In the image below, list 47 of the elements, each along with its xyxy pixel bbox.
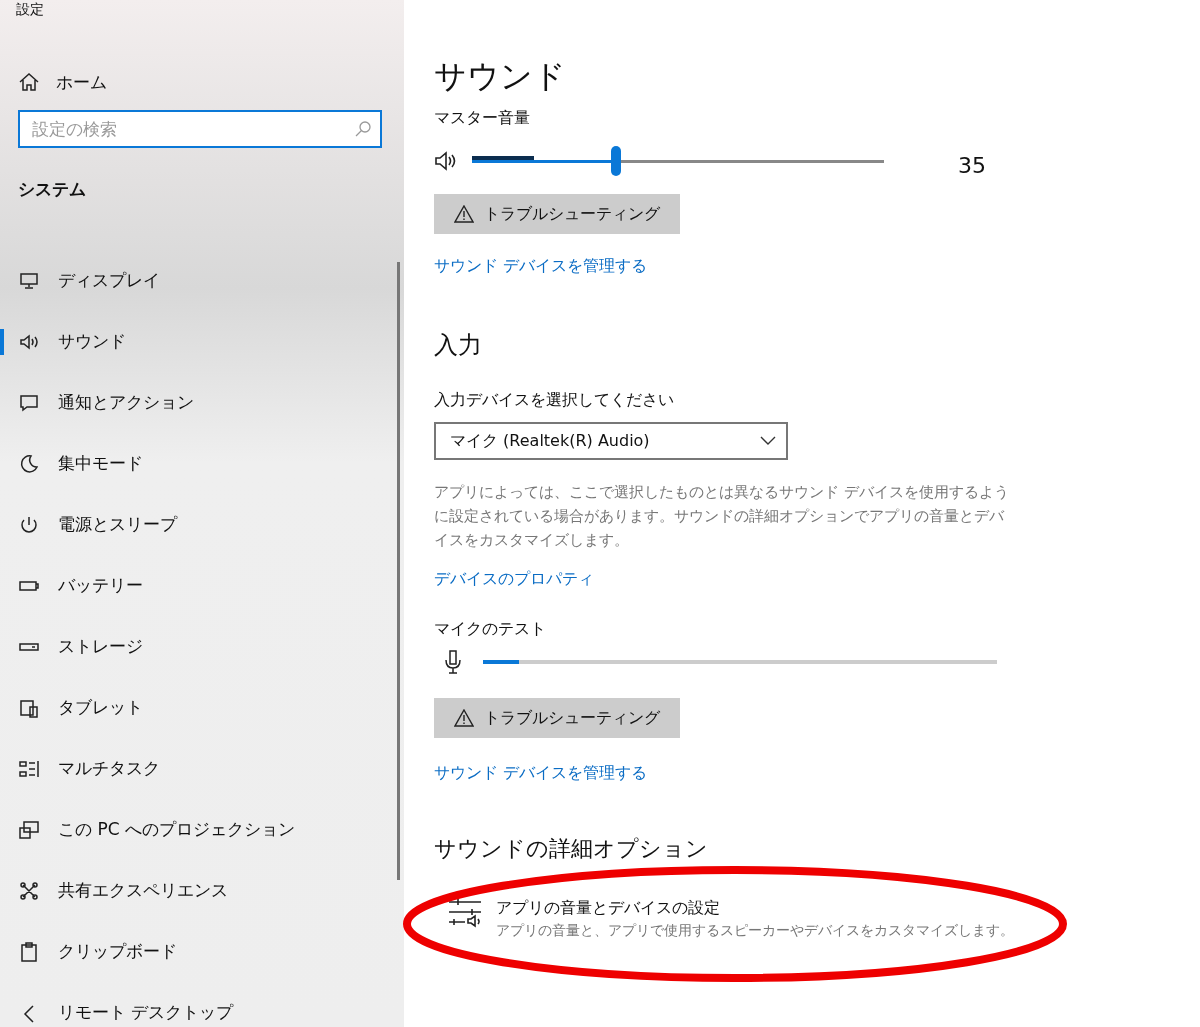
- nav-item[interactable]: リモート デスクトップ: [0, 982, 404, 1027]
- manage-devices-link[interactable]: サウンド デバイスを管理する: [434, 256, 648, 277]
- nav-icon: [18, 452, 40, 475]
- volume-label: マスター音量: [434, 107, 531, 129]
- section-heading: システム: [18, 178, 87, 201]
- slider-thumb[interactable]: [611, 146, 622, 176]
- nav-item[interactable]: サウンド: [0, 311, 404, 372]
- search-field[interactable]: 設定の検索: [18, 110, 382, 148]
- page-title: サウンド: [434, 56, 567, 97]
- device-dropdown[interactable]: マイク (Realtek(R) Audio): [434, 422, 788, 460]
- search-icon: [354, 120, 372, 138]
- app-volume-item[interactable]: アプリの音量とデバイスの設定 アプリの音量と、アプリで使用するスピーカーやデバイスをカスタマイズします。: [448, 898, 1014, 940]
- nav-item[interactable]: 通知とアクション: [0, 372, 404, 433]
- microphone-icon: [443, 649, 463, 675]
- volume-slider[interactable]: [472, 146, 884, 176]
- speaker-icon[interactable]: [434, 150, 458, 172]
- nav-icon: [18, 879, 40, 902]
- nav-item[interactable]: タブレット: [0, 677, 404, 738]
- section-heading: サウンドの詳細オプション: [434, 835, 709, 863]
- device-select-label: 入力デバイスを選択してください: [434, 389, 675, 411]
- home-link[interactable]: ホーム: [18, 70, 138, 94]
- scrollbar[interactable]: [397, 262, 400, 880]
- nav-item[interactable]: 集中モード: [0, 433, 404, 494]
- sliders-speaker-icon: [448, 898, 482, 928]
- nav-item[interactable]: クリップボード: [0, 921, 404, 982]
- warning-icon: [454, 205, 474, 223]
- nav-item[interactable]: 電源とスリープ: [0, 494, 404, 555]
- nav-icon: [18, 818, 40, 841]
- nav-item[interactable]: マルチタスク: [0, 738, 404, 799]
- window-title: 設定: [15, 0, 45, 19]
- device-properties-link[interactable]: デバイスのプロパティ: [434, 569, 594, 590]
- troubleshoot-button[interactable]: トラブルシューティング: [434, 698, 680, 738]
- nav-item[interactable]: ストレージ: [0, 616, 404, 677]
- volume-reading: 35: [958, 152, 986, 178]
- nav-item[interactable]: この PC へのプロジェクション: [0, 799, 404, 860]
- mic-test-label: マイクのテスト: [434, 618, 547, 640]
- warning-icon: [454, 709, 474, 727]
- nav-icon: [18, 940, 40, 963]
- chevron-down-icon: [760, 436, 776, 446]
- nav-item[interactable]: バッテリー: [0, 555, 404, 616]
- description-text: アプリによっては、ここで選択したものとは異なるサウンド デバイスを使用するように設定されている場合があります。サウンドの詳細オプションでアプリの音量とデバイスをカスタマイズします。: [434, 482, 1010, 551]
- nav-item[interactable]: ディスプレイ: [0, 250, 404, 311]
- troubleshoot-button[interactable]: トラブルシューティング: [434, 194, 680, 234]
- section-heading: 入力: [434, 330, 483, 361]
- home-icon: [18, 71, 40, 93]
- manage-devices-link[interactable]: サウンド デバイスを管理する: [434, 763, 648, 784]
- nav-item[interactable]: 共有エクスペリエンス: [0, 860, 404, 921]
